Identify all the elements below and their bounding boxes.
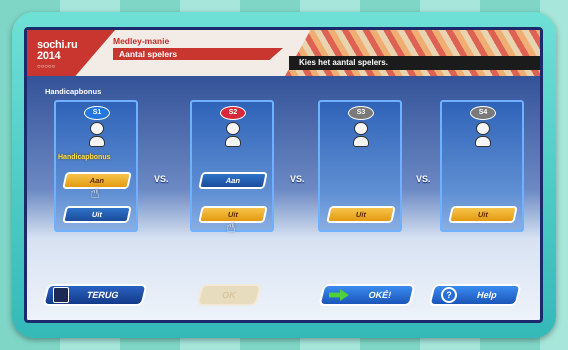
vs-label: VS. <box>416 174 431 184</box>
handicap-off-button[interactable]: Uit <box>62 206 132 223</box>
player-tag-bubble: S4 <box>470 106 496 120</box>
player-panel-2: S2 Aan Uit ☝ <box>190 100 274 236</box>
title-block: Medley-manie Aantal spelers <box>113 36 303 66</box>
player-panel-1: S1 Handicapbonus Aan Uit ☝ <box>54 100 138 232</box>
player-avatar-icon <box>88 122 106 148</box>
help-icon: ? <box>441 287 457 303</box>
player-panel-3: S3 Uit <box>318 100 402 232</box>
page-title: Medley-manie <box>113 36 170 46</box>
arrow-right-icon <box>329 289 349 301</box>
player-avatar-icon <box>474 122 492 148</box>
handicap-on-button[interactable]: Aan <box>198 172 268 189</box>
vs-label: VS. <box>290 174 305 184</box>
player-avatar-icon <box>224 122 242 148</box>
section-label: Handicapbonus <box>45 87 102 96</box>
header: sochi.ru 2014 ○○○○○ Medley-manie Aantal … <box>27 30 540 76</box>
player-panel-4: S4 Uit <box>440 100 524 232</box>
game-screen: sochi.ru 2014 ○○○○○ Medley-manie Aantal … <box>24 27 543 323</box>
brand-banner: sochi.ru 2014 ○○○○○ <box>27 30 115 76</box>
handicap-off-button[interactable]: Uit <box>448 206 518 223</box>
player-tag-bubble: S1 <box>84 106 110 120</box>
ok-button[interactable]: OKÉ! <box>318 284 416 306</box>
pointer-hand-icon: ☝ <box>226 217 236 236</box>
player-tag-bubble: S3 <box>348 106 374 120</box>
pointer-hand-icon: ☝ <box>90 183 100 202</box>
player-avatar-icon <box>352 122 370 148</box>
page-subtitle: Aantal spelers <box>113 48 283 60</box>
olympic-rings-icon: ○○○○○ <box>37 64 56 70</box>
player-tag-bubble: S2 <box>220 106 246 120</box>
disabled-ok-button: OK <box>196 284 262 306</box>
handicap-label: Handicapbonus <box>58 154 111 161</box>
sochi-logo: sochi.ru 2014 ○○○○○ <box>37 40 78 73</box>
instruction-text: Kies het aantal spelers. <box>289 56 540 70</box>
back-icon <box>53 287 69 303</box>
vs-label: VS. <box>154 174 169 184</box>
help-button[interactable]: ? Help <box>428 284 522 306</box>
back-button[interactable]: TERUG <box>42 284 148 306</box>
handicap-off-button[interactable]: Uit <box>326 206 396 223</box>
